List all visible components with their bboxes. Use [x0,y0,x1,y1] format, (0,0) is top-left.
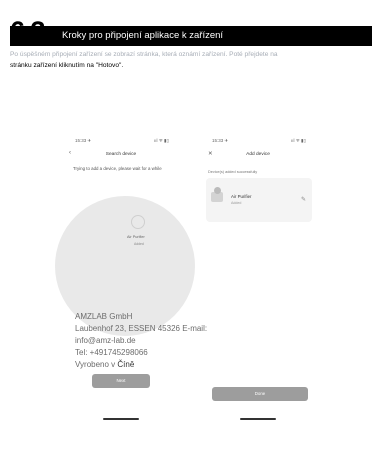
manufacturer-address: Laubenhof 23, ESSEN 45326 E-mail: [75,324,208,333]
device-found-label: Air Purifier [127,235,145,239]
manufacturer-email: info@amz-lab.de [75,336,136,345]
device-found-icon[interactable] [131,215,145,229]
manufacturer-phone: Tel: +491745298066 [75,348,148,357]
nav-bar: ✕ Add device [208,151,308,161]
added-devices-label: Device(s) added successfully [208,170,258,174]
nav-bar: ‹ Search device [69,150,173,161]
manufacturer-name: AMZLAB GmbH [75,312,133,321]
phone-screenshot-add-device: 15:33 ✈ ııl ᯤ ▮▯ ✕ Add device Device(s) … [202,130,314,426]
intro-text-line-1: Po úspěšném připojení zařízení se zobraz… [10,51,278,58]
device-card[interactable]: Air Purifier Added ✎ [206,178,312,222]
status-time: 15:33 ✈ [75,138,92,143]
status-bar: 15:33 ✈ ııl ᯤ ▮▯ [75,138,169,146]
home-indicator [240,418,276,420]
edit-icon[interactable]: ✎ [301,196,306,203]
section-number: 6.3 [10,16,46,46]
home-indicator [103,418,139,420]
origin-country: Číně [117,360,135,369]
manufacturer-origin: Vyrobeno v Číně [75,359,207,371]
done-button[interactable]: Done [212,387,308,401]
device-status: Added [231,201,242,205]
signal-battery-icon: ııl ᯤ ▮▯ [153,138,169,143]
section-title: Kroky pro připojení aplikace k zařízení [62,30,224,41]
device-icon [214,187,221,194]
device-found-status: Added [134,242,144,246]
device-name: Air Purifier [231,194,252,199]
signal-battery-icon: ııl ᯤ ▮▯ [290,138,306,143]
phone-screenshot-search-device: 15:33 ✈ ııl ᯤ ▮▯ ‹ Search device Trying … [55,130,195,426]
status-time: 15:33 ✈ [212,138,229,143]
search-hint: Trying to add a device, please wait for … [73,166,162,171]
nav-title: Add device [246,152,270,157]
manufacturer-info: AMZLAB GmbH Laubenhof 23, ESSEN 45326 E-… [75,311,207,371]
next-button[interactable]: Next [92,374,150,388]
nav-title: Search device [105,152,137,157]
intro-text-line-2: stránku zařízení kliknutím na "Hotovo". [10,62,124,69]
origin-prefix: Vyrobeno v [75,360,118,369]
status-bar: 15:33 ✈ ııl ᯤ ▮▯ [212,138,306,146]
